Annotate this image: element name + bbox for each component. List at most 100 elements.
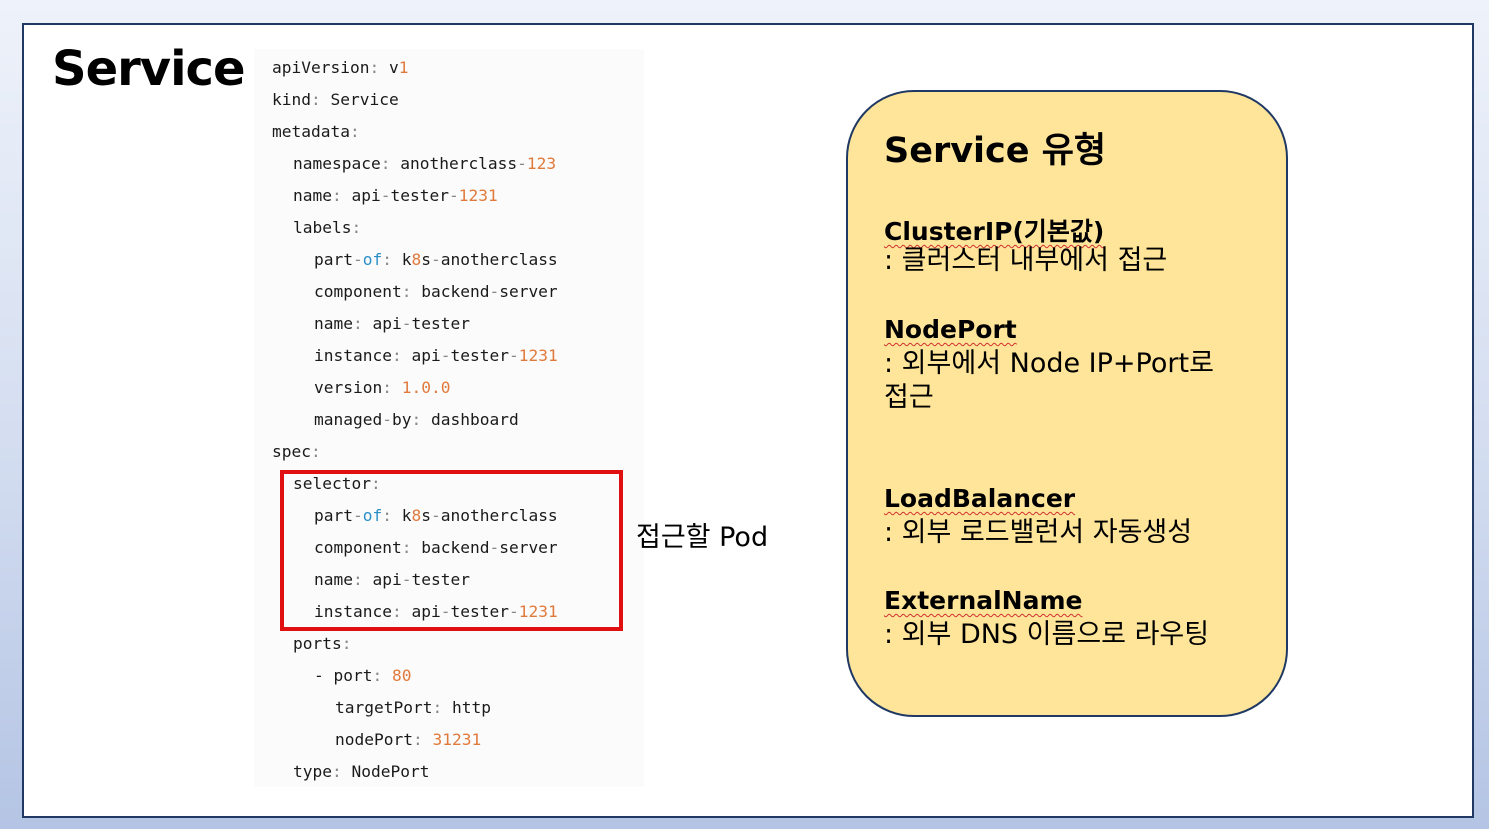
code-line: metadata:: [272, 116, 360, 148]
code-token: -: [430, 250, 441, 269]
code-key: instance: [314, 346, 392, 365]
code-value: dashboard: [430, 410, 519, 429]
code-key: nodePort: [335, 730, 413, 749]
code-colon: :: [349, 122, 360, 141]
code-colon: :: [380, 154, 391, 173]
code-value: anotherclass-123: [400, 154, 557, 173]
code-colon: :: [391, 346, 402, 365]
code-value: api-tester: [372, 314, 470, 333]
service-types-card: Service 유형 ClusterIP(기본값) : 클러스터 내부에서 접근…: [846, 90, 1288, 717]
type-externalname-desc: : 외부 DNS 이름으로 라우팅: [884, 619, 1210, 650]
code-line: kind: Service: [272, 84, 399, 116]
type-clusterip-name: ClusterIP(기본값): [884, 217, 1105, 246]
code-token: -: [382, 410, 392, 429]
code-value: Service: [330, 90, 399, 109]
code-key: name: [314, 314, 353, 333]
code-key: version: [314, 378, 383, 397]
code-line: labels:: [293, 212, 361, 244]
code-line: namespace: anotherclass-123: [293, 148, 556, 180]
code-line: name: api-tester-1231: [293, 180, 498, 212]
code-value: api-tester-1231: [351, 186, 498, 205]
code-key: managed-by: [314, 410, 412, 429]
code-line: instance: api-tester-1231: [314, 340, 558, 372]
code-line: managed-by: dashboard: [314, 404, 519, 436]
code-colon: :: [411, 410, 422, 429]
code-line: name: api-tester: [314, 308, 470, 340]
code-value: NodePort: [351, 762, 430, 781]
type-externalname-name: ExternalName: [884, 586, 1083, 615]
code-colon: :: [412, 730, 423, 749]
code-colon: :: [382, 378, 392, 397]
code-token: 1: [398, 58, 409, 77]
code-colon: :: [310, 90, 321, 109]
code-token: -: [517, 154, 527, 173]
code-token: -: [352, 250, 363, 269]
code-key: - port: [314, 666, 373, 685]
code-colon: :: [351, 218, 362, 237]
code-colon: :: [372, 666, 383, 685]
code-key: labels: [293, 218, 352, 237]
code-key: ports: [293, 634, 342, 653]
code-value: 80: [391, 666, 412, 685]
code-colon: :: [401, 282, 412, 301]
code-line: - port: 80: [314, 660, 411, 692]
code-value: api-tester-1231: [411, 346, 558, 365]
code-token: -: [448, 186, 459, 205]
code-line: type: NodePort: [293, 756, 429, 788]
code-key: spec: [272, 442, 311, 461]
code-value: backend-server: [421, 282, 558, 301]
type-loadbalancer-desc: : 외부 로드밸런서 자동생성: [884, 517, 1193, 548]
code-key: part-of: [314, 250, 383, 269]
code-colon: :: [432, 698, 443, 717]
code-token: 1231: [518, 346, 558, 365]
code-colon: :: [310, 442, 321, 461]
code-token: -: [508, 346, 519, 365]
code-token: -: [401, 314, 412, 333]
code-line: part-of: k8s-anotherclass: [314, 244, 558, 276]
code-key: name: [293, 186, 332, 205]
code-line: targetPort: http: [335, 692, 491, 724]
code-colon: :: [352, 314, 363, 333]
slide-title: Service: [52, 41, 246, 97]
code-token: 1231: [458, 186, 498, 205]
code-line: nodePort: 31231: [335, 724, 481, 756]
pod-annotation-label: 접근할 Pod: [636, 522, 769, 553]
type-nodeport-name: NodePort: [884, 315, 1017, 344]
code-line: ports:: [293, 628, 351, 660]
card-title: Service 유형: [884, 131, 1107, 171]
code-token: -: [440, 346, 451, 365]
code-token: 8: [411, 250, 422, 269]
code-token: -: [380, 186, 391, 205]
yaml-code-block: apiVersion: v1 kind: Service metadata: name…: [254, 49, 644, 787]
code-line: apiVersion: v1: [272, 52, 408, 84]
code-token: 123: [526, 154, 557, 173]
code-colon: :: [331, 186, 342, 205]
selector-highlight-box: [280, 470, 623, 631]
code-value: v1: [388, 58, 409, 77]
code-key: component: [314, 282, 402, 301]
code-key: kind: [272, 90, 311, 109]
type-nodeport-desc: : 외부에서 Node IP+Port로 접근: [884, 348, 1214, 413]
code-key: namespace: [293, 154, 381, 173]
code-value: 31231: [432, 730, 482, 749]
code-value: k8s-anotherclass: [401, 250, 558, 269]
slide-frame: Service apiVersion: v1 kind: Service metad…: [22, 23, 1474, 818]
code-line: component: backend-server: [314, 276, 558, 308]
code-colon: :: [369, 58, 380, 77]
code-token: -: [489, 282, 500, 301]
code-token: of: [362, 250, 383, 269]
type-loadbalancer-name: LoadBalancer: [884, 484, 1076, 513]
code-key: targetPort: [335, 698, 433, 717]
code-colon: :: [341, 634, 352, 653]
code-key: apiVersion: [272, 58, 370, 77]
